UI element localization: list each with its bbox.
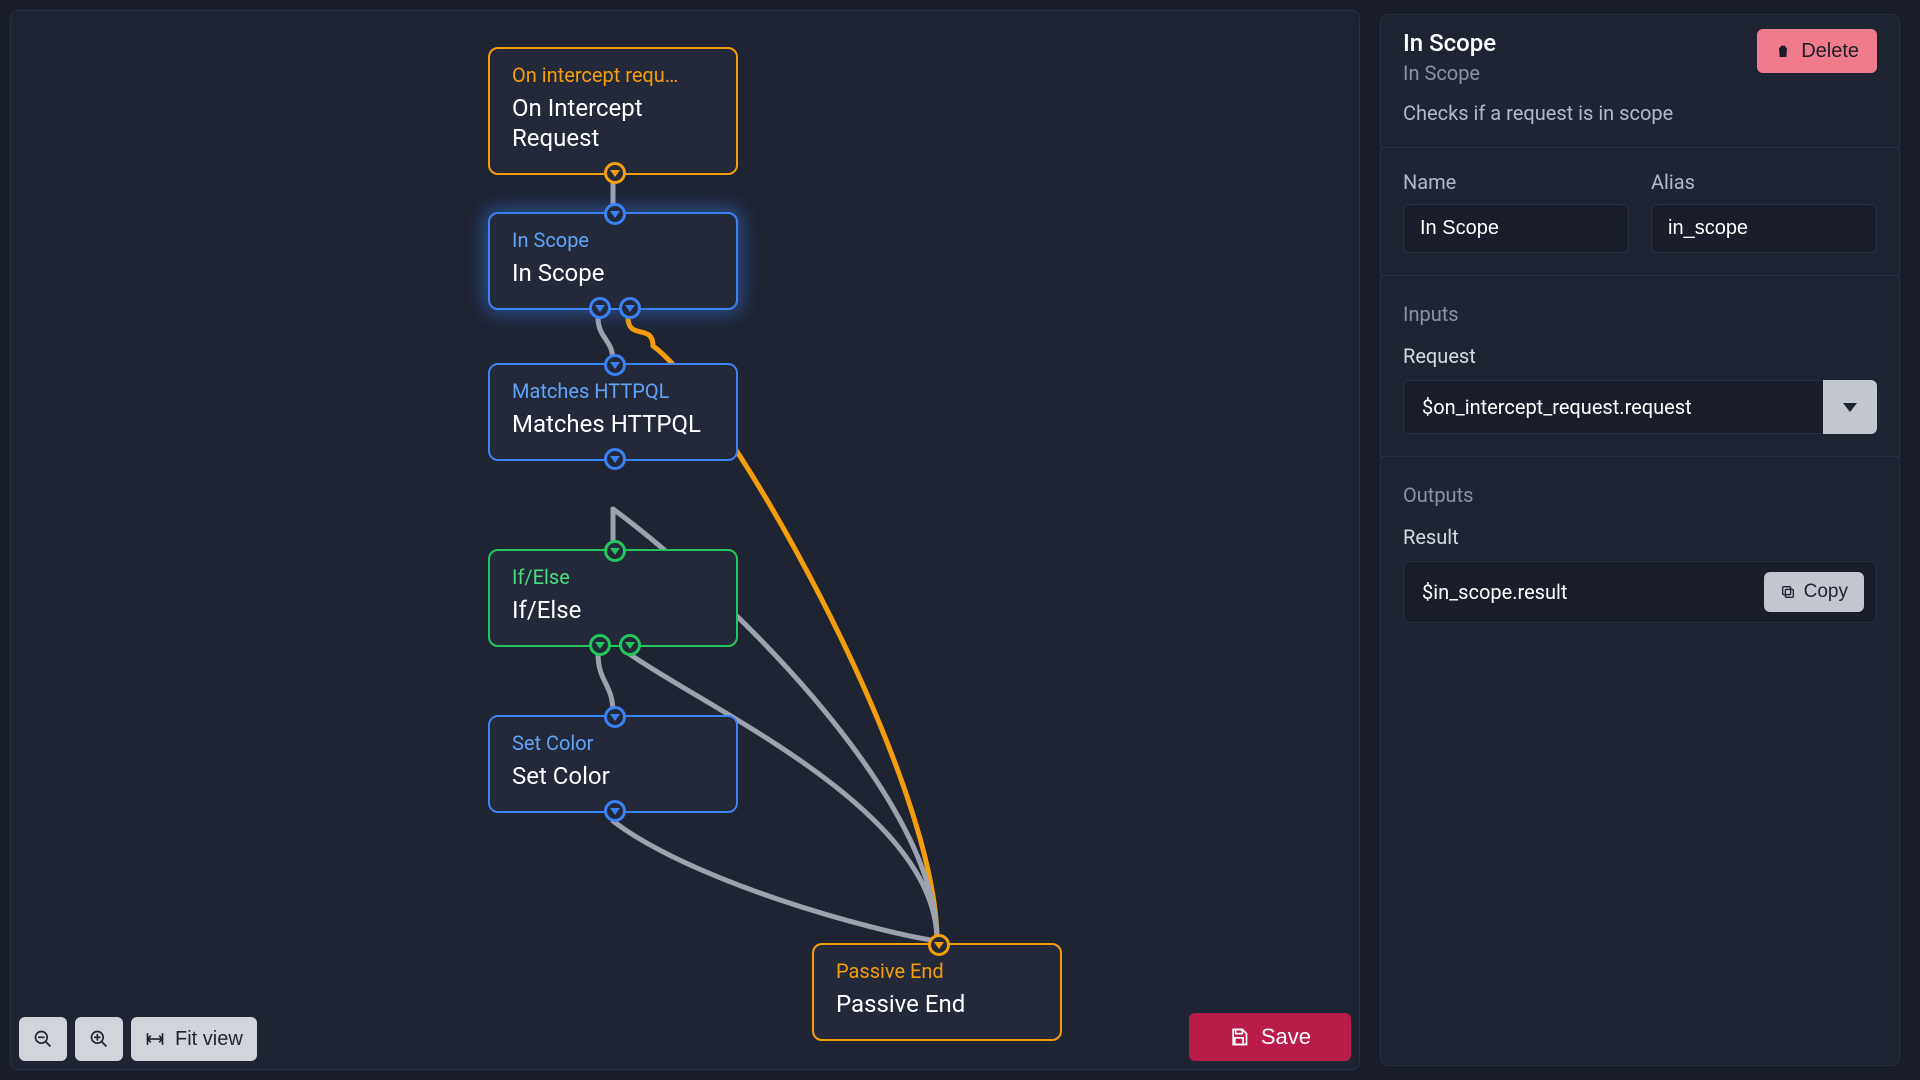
node-input-port[interactable] <box>604 203 626 225</box>
node-output-port[interactable] <box>604 800 626 822</box>
node-output-port[interactable] <box>604 162 626 184</box>
name-alias-row: Name Alias <box>1403 170 1877 253</box>
node-title: Matches HTTPQL <box>512 409 714 439</box>
zoom-out-button[interactable] <box>19 1017 67 1061</box>
chevron-down-icon[interactable] <box>1823 380 1877 434</box>
canvas-wrap: Fit view Save On intercept requ… On Inter… <box>0 0 1360 1080</box>
panel-header: In Scope In Scope Delete <box>1403 29 1877 85</box>
divider <box>1381 275 1899 276</box>
node-type-label: Passive End <box>836 959 1038 983</box>
node-output-port[interactable] <box>619 634 641 656</box>
name-input[interactable] <box>1403 204 1629 253</box>
node-input-port[interactable] <box>604 706 626 728</box>
panel-title: In Scope <box>1403 29 1496 57</box>
panel-header-text: In Scope In Scope <box>1403 29 1496 85</box>
divider <box>1381 456 1899 457</box>
zoom-out-icon <box>33 1029 53 1049</box>
alias-input[interactable] <box>1651 204 1877 253</box>
node-output-port[interactable] <box>619 297 641 319</box>
node-type-label: In Scope <box>512 228 714 252</box>
node-output-port[interactable] <box>604 448 626 470</box>
edge <box>628 317 653 346</box>
workflow-node[interactable]: Passive End Passive End <box>812 943 1062 1041</box>
workflow-canvas[interactable]: Fit view Save On intercept requ… On Inter… <box>10 10 1360 1070</box>
save-icon <box>1229 1027 1249 1047</box>
alias-field-group: Alias <box>1651 170 1877 253</box>
result-output-value: $in_scope.result <box>1422 580 1764 604</box>
edge <box>613 821 937 941</box>
alias-label: Alias <box>1651 170 1877 194</box>
inputs-section-label: Inputs <box>1403 302 1877 326</box>
node-title: In Scope <box>512 258 714 288</box>
panel-description: Checks if a request is in scope <box>1403 101 1877 125</box>
outputs-section-label: Outputs <box>1403 483 1877 507</box>
node-type-label: On intercept requ… <box>512 63 714 87</box>
divider <box>1381 147 1899 148</box>
request-select[interactable]: $on_intercept_request.request <box>1403 380 1877 434</box>
panel-subtitle: In Scope <box>1403 61 1496 85</box>
node-type-label: Set Color <box>512 731 714 755</box>
save-label: Save <box>1261 1024 1311 1050</box>
workflow-node[interactable]: On intercept requ… On Intercept Request <box>488 47 738 175</box>
workflow-node[interactable]: Set Color Set Color <box>488 715 738 813</box>
node-inspector-panel: In Scope In Scope Delete Checks if a req… <box>1380 14 1900 1066</box>
node-title: Passive End <box>836 989 1038 1019</box>
app-root: Fit view Save On intercept requ… On Inter… <box>0 0 1920 1080</box>
save-button[interactable]: Save <box>1189 1013 1351 1061</box>
sidebar: In Scope In Scope Delete Checks if a req… <box>1360 0 1920 1080</box>
edge <box>598 653 613 713</box>
node-input-port[interactable] <box>604 354 626 376</box>
node-output-port[interactable] <box>589 634 611 656</box>
workflow-node[interactable]: Matches HTTPQL Matches HTTPQL <box>488 363 738 461</box>
zoom-in-icon <box>89 1029 109 1049</box>
copy-icon <box>1780 584 1796 600</box>
delete-label: Delete <box>1801 40 1859 63</box>
workflow-node[interactable]: If/Else If/Else <box>488 549 738 647</box>
node-title: If/Else <box>512 595 714 625</box>
node-type-label: If/Else <box>512 565 714 589</box>
fit-view-label: Fit view <box>175 1028 243 1051</box>
node-output-port[interactable] <box>589 297 611 319</box>
result-output-row: $in_scope.result Copy <box>1403 561 1877 623</box>
copy-button[interactable]: Copy <box>1764 572 1864 612</box>
result-label: Result <box>1403 525 1877 549</box>
fit-view-button[interactable]: Fit view <box>131 1017 257 1061</box>
copy-label: Copy <box>1804 581 1848 603</box>
fit-view-icon <box>145 1029 165 1049</box>
node-title: On Intercept Request <box>512 93 714 153</box>
zoom-in-button[interactable] <box>75 1017 123 1061</box>
trash-icon <box>1775 42 1791 60</box>
request-label: Request <box>1403 344 1877 368</box>
request-select-value: $on_intercept_request.request <box>1403 380 1823 434</box>
workflow-node[interactable]: In Scope In Scope <box>488 212 738 310</box>
node-input-port[interactable] <box>928 934 950 956</box>
name-label: Name <box>1403 170 1629 194</box>
node-type-label: Matches HTTPQL <box>512 379 714 403</box>
delete-button[interactable]: Delete <box>1757 29 1877 73</box>
name-field-group: Name <box>1403 170 1629 253</box>
node-input-port[interactable] <box>604 540 626 562</box>
canvas-toolbar: Fit view <box>19 1017 257 1061</box>
node-title: Set Color <box>512 761 714 791</box>
